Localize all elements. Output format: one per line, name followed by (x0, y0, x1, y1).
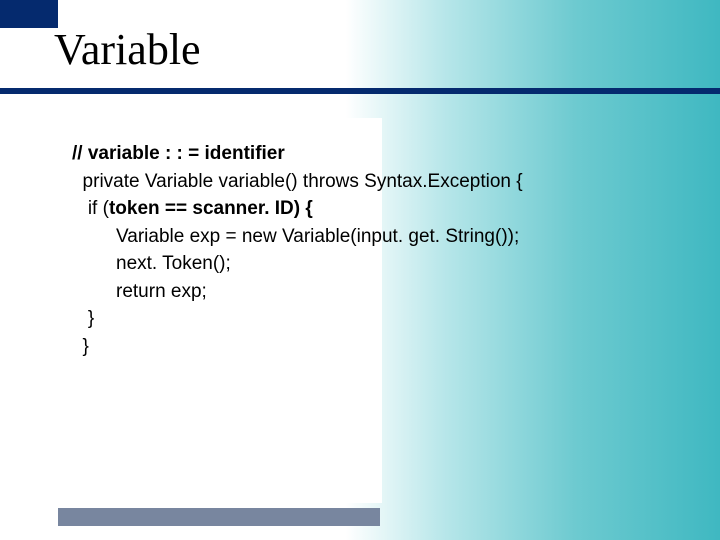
code-line-2: private Variable variable() throws Synta… (72, 168, 692, 196)
bottom-accent-bar (58, 508, 380, 526)
slide: Variable // variable : : = identifier pr… (0, 0, 720, 540)
code-line-4: Variable exp = new Variable(input. get. … (72, 223, 692, 251)
title-underline (0, 88, 720, 94)
code-line-7: } (72, 305, 692, 333)
slide-title: Variable (54, 28, 201, 72)
code-line-1: // variable : : = identifier (72, 140, 692, 168)
top-accent-bar (0, 0, 58, 28)
code-line-3: if (token == scanner. ID) { (72, 195, 692, 223)
code-if-cond: token == scanner. ID) { (109, 198, 313, 219)
code-line-5: next. Token(); (72, 250, 692, 278)
code-block: // variable : : = identifier private Var… (72, 140, 692, 360)
code-line-6: return exp; (72, 278, 692, 306)
code-if-pre: if ( (72, 198, 109, 219)
code-line-8: } (72, 333, 692, 361)
